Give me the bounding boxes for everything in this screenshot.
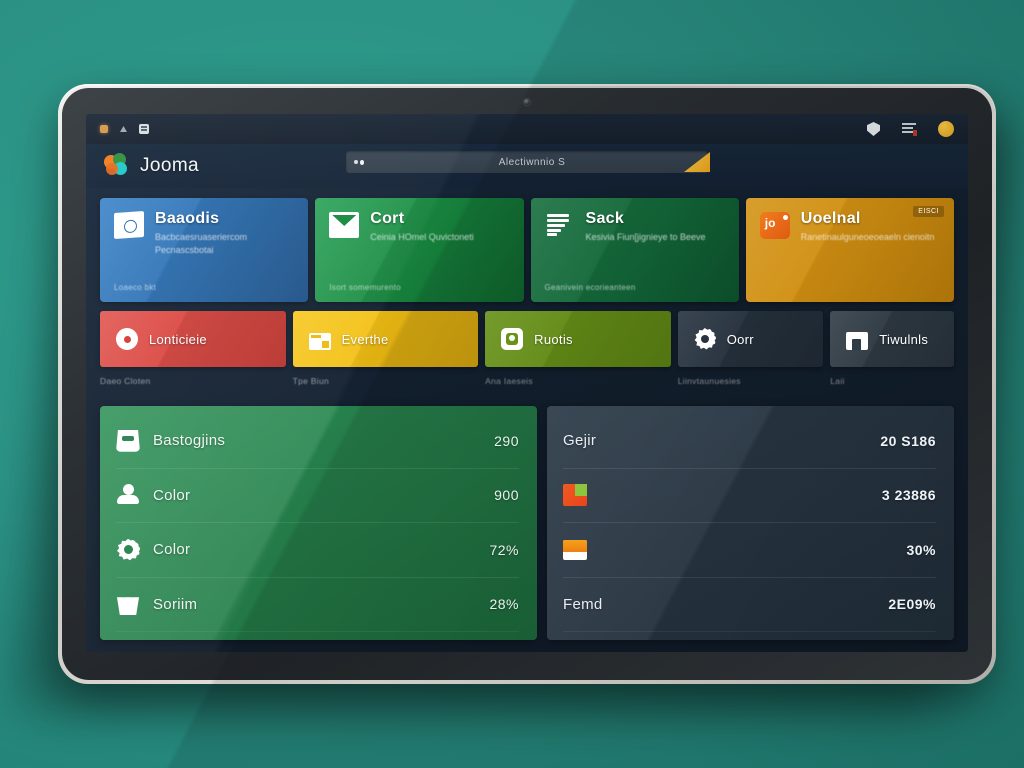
feature-card-subtitle: Ranetinaulguneoeoeaeln cienoitn [800,231,935,242]
quick-tile-label: Tiwulnls [879,331,929,347]
tablet-bezel: Jooma Alectiwnnio S Baaodis Bacbcaesruas… [62,88,992,680]
stats-row[interactable]: Soriim 28% [116,578,519,632]
brand-name: Jooma [140,155,200,176]
quick-tile-caption: Tpe Biun [292,376,329,386]
stats-row[interactable]: Color 72% [116,523,519,578]
address-bar-value: Alectiwnnio S [498,156,566,168]
quick-tile-tiwulnls[interactable]: Tiwulnls [830,311,954,367]
stats-row-label: Color [153,541,191,559]
quick-tile-oorr[interactable]: Oorr [677,311,824,367]
money-icon [114,210,144,240]
lock-icon [354,158,364,167]
stats-row[interactable]: Femd 2E09% [563,578,936,632]
swatch-orange-white-icon [563,539,587,560]
quick-tile-caption: Liinvtaunuesies [677,376,741,386]
stats-row[interactable]: Gejir 20 S186 [563,414,936,469]
gear-icon [116,538,140,561]
tablet-device: Jooma Alectiwnnio S Baaodis Bacbcaesruas… [58,84,996,684]
quick-tile-label: Ruotis [534,331,573,347]
status-badge: EISCI [913,206,944,217]
triangle-icon[interactable] [120,126,127,132]
stats-panel-right: Gejir 20 S186 3 23886 30% Femd 2E09% [547,406,954,640]
feature-card-cort[interactable]: Cort Ceinia HOmel Quvictoneti Isort some… [315,198,524,302]
stats-row-label: Bastogjins [153,432,226,450]
feature-card-subtitle: Ceinia HOmel Quvictoneti [370,231,474,242]
quick-tile-ruotis-wrap: Ruotis Ana Iaeseis [485,311,671,397]
feature-card-title: Cort [370,210,405,227]
bag-icon [846,332,869,350]
avatar-icon[interactable] [938,121,954,137]
stats-row[interactable]: Color 900 [116,469,519,523]
stats-row-label: Gejir [563,432,597,450]
user-icon [116,484,140,506]
quick-tile-label: Lonticieie [149,331,207,347]
window-icon[interactable] [100,125,108,133]
quick-tile-oorr-wrap: Oorr Liinvtaunuesies [677,311,824,397]
feature-card-sack[interactable]: Sack Kesivia Fiun[jignieye to Beeve Gean… [530,198,739,302]
quick-tile-row: Lonticieie Daeo Cloten Everthe Tpe Biun [100,311,954,397]
feature-card-footer: Geanivein ecorieanteen [544,283,636,292]
stats-row[interactable]: 3 23886 [563,469,936,523]
gear-icon [694,328,716,350]
browser-icon[interactable] [139,124,149,134]
stats-row-value: 900 [494,487,519,504]
address-bar[interactable]: Alectiwnnio S [346,151,710,173]
feature-card-baaodis[interactable]: Baaodis Bacbcaesruaseriercom Pecnascsbot… [100,198,309,302]
stats-row[interactable]: Bastogjins 290 [116,414,519,469]
basket-icon [116,597,140,616]
stats-row-label: Soriim [153,595,198,613]
ring-icon [116,328,138,350]
feature-card-subtitle: Kesivia Fiun[jignieye to Beeve [585,231,706,242]
feature-card-row: Baaodis Bacbcaesruaseriercom Pecnascsbot… [100,198,954,302]
quick-tile-caption: Ana Iaeseis [485,376,533,386]
quick-tile-caption: Daeo Cloten [100,376,151,386]
stats-row-value: 20 S186 [880,432,936,449]
feature-card-subtitle: Bacbcaesruaseriercom Pecnascsbotai [155,231,248,255]
rounded-square-icon [501,328,524,350]
browser-tab-strip [100,124,149,134]
quick-tile-ruotis[interactable]: Ruotis [485,311,671,367]
swatch-green-orange-icon [563,484,587,507]
stats-row-value: 30% [906,541,936,558]
browser-chrome-bar [86,114,968,144]
quick-tile-caption: Laii [830,376,845,386]
stats-row-label: Femd [563,595,603,613]
stats-row-label: Color [153,486,191,504]
tablet-screen: Jooma Alectiwnnio S Baaodis Bacbcaesruas… [86,114,968,652]
stats-row-value: 290 [494,432,519,449]
stats-row-value: 2E09% [888,596,936,613]
menu-lines-icon[interactable] [902,123,917,136]
quick-tile-everthe-wrap: Everthe Tpe Biun [292,311,479,397]
shield-icon[interactable] [867,122,880,136]
inbox-icon [116,429,140,452]
quick-tile-lonticieie-wrap: Lonticieie Daeo Cloten [100,311,286,397]
app-header: Jooma Alectiwnnio S [86,144,968,188]
browser-chrome-actions [867,121,954,137]
joomla-logo-icon [104,153,130,179]
stats-row[interactable]: 30% [563,523,936,578]
stats-panel-left: Bastogjins 290 Color 900 Color 72% Sorii… [100,406,537,640]
quick-tile-tiwulnls-wrap: Tiwulnls Laii [830,311,954,397]
dashboard-content: Baaodis Bacbcaesruaseriercom Pecnascsbot… [86,188,968,652]
stats-row-value: 72% [489,541,519,558]
document-icon [545,212,575,238]
feature-card-title: Sack [585,210,625,227]
card-icon [308,332,331,350]
quick-tile-label: Oorr [726,331,754,347]
quick-tile-lonticieie[interactable]: Lonticieie [100,311,286,367]
feature-card-uoelnal[interactable]: EISCI Uoelnal Ranetinaulguneoeoeaeln cie… [745,198,954,302]
brand[interactable]: Jooma [104,153,199,179]
feature-card-footer: Loaeco bkt [114,283,157,292]
feature-card-title: Baaodis [155,210,220,227]
camera-icon [524,99,530,105]
stats-row-value: 3 23886 [881,487,936,504]
feature-card-footer: Isort somemurento [329,283,402,292]
stats-row-value: 28% [489,596,519,613]
mail-icon [329,212,360,238]
joomla-icon [759,212,790,239]
stats-panel-row: Bastogjins 290 Color 900 Color 72% Sorii… [100,406,954,652]
quick-tile-everthe[interactable]: Everthe [292,311,479,367]
quick-tile-label: Everthe [341,331,389,347]
